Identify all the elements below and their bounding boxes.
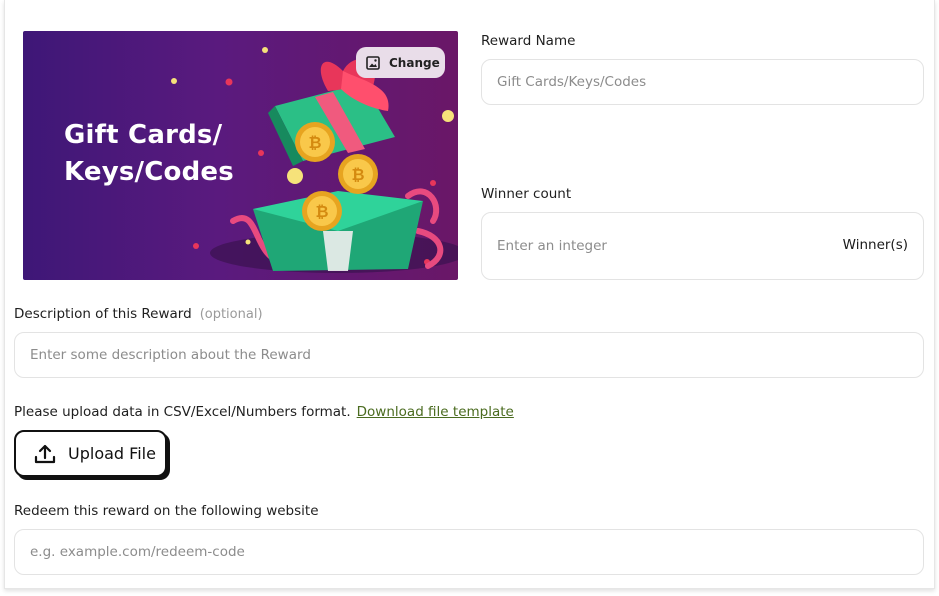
reward-name-input[interactable]	[481, 59, 924, 105]
upload-note-text: Please upload data in CSV/Excel/Numbers …	[14, 404, 351, 420]
description-label: Description of this Reward (optional)	[14, 306, 263, 322]
download-template-link[interactable]: Download file template	[357, 404, 514, 420]
svg-text:₿: ₿	[351, 165, 364, 184]
upload-icon	[34, 443, 56, 465]
description-label-text: Description of this Reward	[14, 306, 192, 322]
redeem-label: Redeem this reward on the following webs…	[14, 503, 319, 519]
description-input[interactable]	[14, 332, 924, 378]
image-icon	[366, 55, 380, 70]
banner-title: Gift Cards/ Keys/Codes	[64, 117, 294, 191]
svg-text:₿: ₿	[308, 133, 321, 152]
change-image-button[interactable]: Change	[356, 47, 445, 78]
svg-text:₿: ₿	[315, 202, 328, 221]
upload-file-button[interactable]: Upload File	[14, 430, 167, 477]
optional-tag: (optional)	[199, 307, 263, 322]
reward-name-label: Reward Name	[481, 33, 576, 49]
winner-count-input[interactable]	[482, 213, 812, 279]
bitcoin-coin-3: ₿	[302, 191, 342, 231]
winner-count-field: Winner(s)	[481, 212, 924, 280]
reward-form-card: ₿ ₿ ₿ Gift Cards/ Keys/Codes Change Rewa…	[4, 0, 935, 589]
upload-instructions: Please upload data in CSV/Excel/Numbers …	[14, 404, 514, 420]
banner-title-line-1: Gift Cards/	[64, 120, 223, 150]
banner-title-line-2: Keys/Codes	[64, 157, 234, 187]
upload-button-label: Upload File	[68, 444, 156, 463]
winner-count-suffix: Winner(s)	[842, 237, 908, 253]
bitcoin-coin-1: ₿	[295, 122, 335, 162]
change-button-label: Change	[389, 55, 440, 70]
bitcoin-coin-2: ₿	[338, 154, 378, 194]
redeem-url-input[interactable]	[14, 529, 924, 575]
winner-count-label: Winner count	[481, 186, 572, 202]
